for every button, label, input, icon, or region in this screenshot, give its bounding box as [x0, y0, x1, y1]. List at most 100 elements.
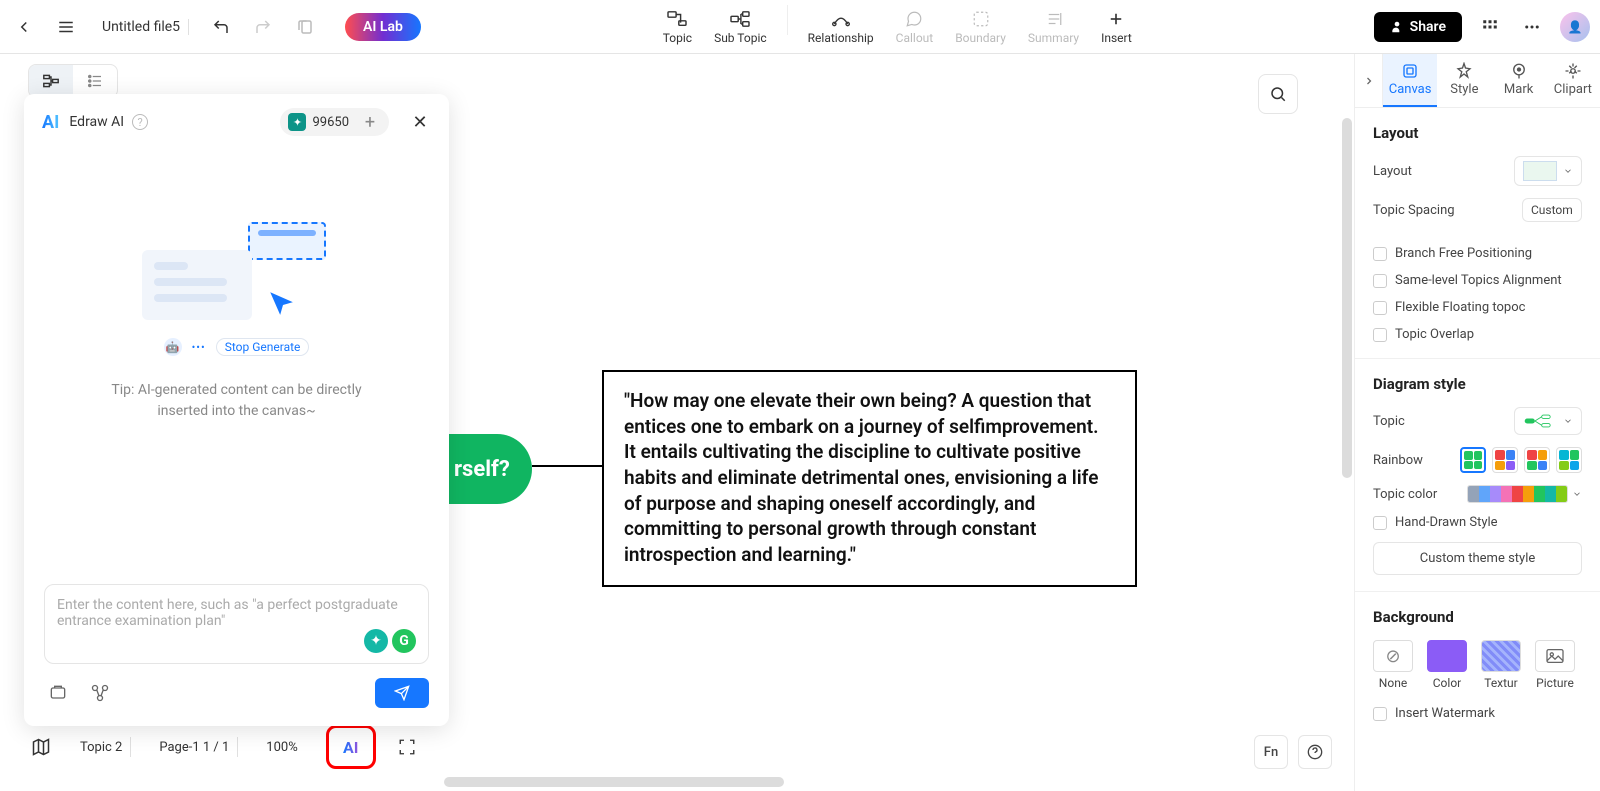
layout-dropdown[interactable]: [1514, 156, 1582, 186]
custom-theme-button[interactable]: Custom theme style: [1373, 542, 1582, 575]
close-panel-button[interactable]: ✕: [409, 111, 431, 133]
robot-icon: 🤖: [164, 338, 182, 356]
ai-toggle-button[interactable]: AI: [326, 725, 376, 769]
checkbox-icon: [1373, 301, 1387, 315]
generated-text-node[interactable]: "How may one elevate their own being? A …: [602, 370, 1137, 587]
tool-topic[interactable]: Topic: [653, 5, 702, 49]
tab-canvas[interactable]: Canvas: [1383, 54, 1437, 107]
send-button[interactable]: [375, 678, 429, 708]
redo-button[interactable]: [249, 13, 277, 41]
bg-color[interactable]: Color: [1427, 640, 1467, 690]
right-panel-tabs: Canvas Style Mark Clipart: [1355, 54, 1600, 108]
tool-boundary-label: Boundary: [955, 31, 1006, 45]
color-icon: [1427, 640, 1467, 672]
spacing-dropdown[interactable]: Custom: [1522, 198, 1582, 222]
tab-clipart-label: Clipart: [1554, 82, 1592, 97]
bg-section-title: Background: [1373, 608, 1582, 626]
check-flexible[interactable]: Flexible Floating topoc: [1373, 300, 1582, 315]
cursor-icon: [262, 284, 302, 324]
texture-icon: [1481, 640, 1521, 672]
vertical-scrollbar[interactable]: [1342, 118, 1352, 478]
grid-apps-button[interactable]: [1476, 13, 1504, 41]
help-icon[interactable]: ?: [132, 114, 148, 130]
view-mindmap-button[interactable]: [29, 65, 73, 97]
spacing-row: Topic Spacing Custom: [1373, 198, 1582, 222]
undo-button[interactable]: [207, 13, 235, 41]
input-action-1[interactable]: ✦: [364, 629, 388, 653]
view-outline-button[interactable]: [73, 65, 117, 97]
palette-1[interactable]: [1460, 447, 1486, 473]
chevron-down-icon[interactable]: [1572, 489, 1582, 499]
topic-style-dropdown[interactable]: [1514, 407, 1582, 435]
page-info[interactable]: Page-1 1 / 1: [151, 737, 238, 757]
map-button[interactable]: [30, 736, 52, 758]
stop-generate-button[interactable]: Stop Generate: [216, 338, 310, 356]
bg-texture[interactable]: Textur: [1481, 640, 1521, 690]
fullscreen-button[interactable]: [396, 736, 418, 758]
tool-subtopic[interactable]: Sub Topic: [704, 5, 777, 49]
tool-boundary: Boundary: [945, 5, 1016, 49]
palette-4[interactable]: [1556, 447, 1582, 473]
check-label-3: Topic Overlap: [1395, 327, 1474, 342]
bg-none[interactable]: ⊘None: [1373, 640, 1413, 690]
check-watermark[interactable]: Insert Watermark: [1373, 706, 1582, 721]
tab-mark-label: Mark: [1504, 82, 1533, 97]
color-strip[interactable]: [1467, 485, 1568, 503]
file-title[interactable]: Untitled file5: [94, 19, 189, 35]
collapse-panel-button[interactable]: [1355, 54, 1383, 107]
clipboard-button[interactable]: [291, 13, 319, 41]
check-same-level[interactable]: Same-level Topics Alignment: [1373, 273, 1582, 288]
credits-icon: ✦: [288, 113, 306, 131]
central-topic[interactable]: rself?: [444, 434, 532, 504]
style-tab-icon: [1455, 62, 1473, 80]
bg-picture[interactable]: Picture: [1535, 640, 1575, 690]
check-branch-free[interactable]: Branch Free Positioning: [1373, 246, 1582, 261]
avatar[interactable]: 👤: [1560, 12, 1590, 42]
tool-summary: Summary: [1018, 5, 1089, 49]
summary-icon: [1045, 9, 1063, 29]
share-icon: [1390, 20, 1404, 34]
attach-button[interactable]: [44, 679, 72, 707]
tab-style-label: Style: [1450, 82, 1478, 97]
ai-input[interactable]: [57, 597, 416, 647]
menu-button[interactable]: [52, 13, 80, 41]
spacing-value: Custom: [1531, 203, 1573, 217]
search-button[interactable]: [1258, 74, 1298, 114]
horizontal-scrollbar[interactable]: [444, 777, 784, 787]
share-label: Share: [1410, 19, 1446, 35]
more-button[interactable]: [1518, 13, 1546, 41]
fn-button[interactable]: Fn: [1254, 735, 1288, 769]
tab-clipart[interactable]: Clipart: [1546, 54, 1600, 107]
topic-style-row: Topic: [1373, 407, 1582, 435]
toolbar-left: Untitled file5 AI Lab: [10, 13, 421, 41]
grammarly-icon[interactable]: G: [392, 629, 416, 653]
tab-canvas-label: Canvas: [1389, 82, 1432, 97]
ai-panel-title: Edraw AI: [69, 114, 124, 130]
check-overlap[interactable]: Topic Overlap: [1373, 327, 1582, 342]
topic-style-icon: [1523, 412, 1557, 430]
tool-insert-label: Insert: [1101, 31, 1132, 45]
tool-relationship[interactable]: Relationship: [798, 5, 884, 49]
palette-3[interactable]: [1524, 447, 1550, 473]
tab-mark[interactable]: Mark: [1492, 54, 1546, 107]
credits-badge[interactable]: ✦ 99650 +: [280, 108, 389, 136]
graph-button[interactable]: [86, 679, 114, 707]
bg-none-label: None: [1379, 676, 1407, 690]
tool-insert[interactable]: Insert: [1091, 5, 1142, 49]
input-icons: ✦ G: [364, 629, 416, 653]
canvas-tab-icon: [1401, 62, 1419, 80]
ai-lab-button[interactable]: AI Lab: [345, 13, 421, 41]
tool-callout: Callout: [886, 5, 944, 49]
tab-style[interactable]: Style: [1437, 54, 1491, 107]
back-button[interactable]: [10, 13, 38, 41]
add-credits-button[interactable]: +: [359, 111, 381, 133]
checkbox-icon: [1373, 247, 1387, 261]
check-hand-drawn[interactable]: Hand-Drawn Style: [1373, 515, 1582, 530]
share-button[interactable]: Share: [1374, 12, 1462, 42]
zoom-level[interactable]: 100%: [258, 737, 305, 757]
rainbow-row: Rainbow: [1373, 447, 1582, 473]
topic-count: Topic 2: [72, 737, 131, 757]
bg-picture-label: Picture: [1536, 676, 1574, 690]
help-button[interactable]: [1298, 735, 1332, 769]
palette-2[interactable]: [1492, 447, 1518, 473]
